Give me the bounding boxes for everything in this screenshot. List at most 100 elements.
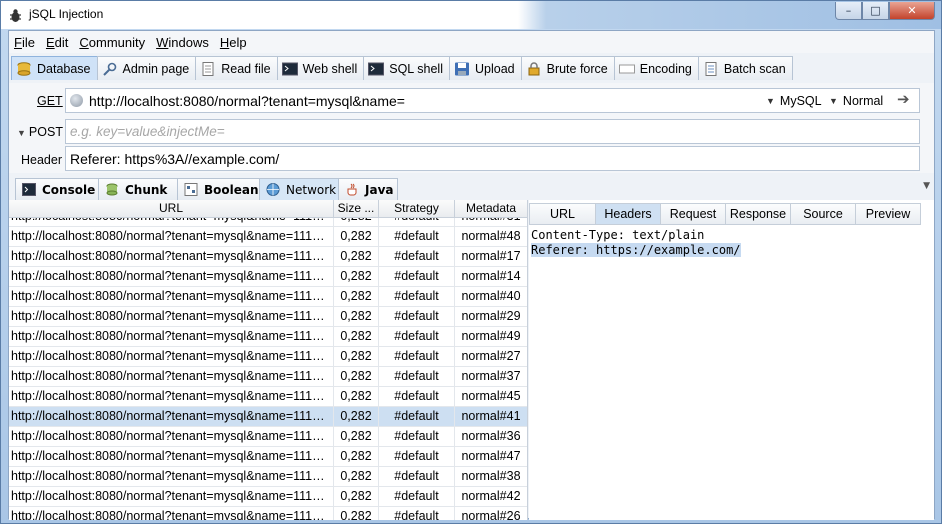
table-row[interactable]: http://localhost:8080/normal?tenant=mysq… [9,347,527,367]
cell-strategy: #default [379,227,455,246]
tab-boolean[interactable]: Boolean [177,178,260,200]
table-row[interactable]: http://localhost:8080/normal?tenant=mysq… [9,427,527,447]
column-url[interactable]: URL [9,200,334,217]
detail-tab-headers[interactable]: Headers [595,203,661,225]
tab-network[interactable]: Network [259,178,339,200]
cell-size: 0,282 [334,327,379,346]
table-row[interactable]: http://localhost:8080/normal?tenant=mysq… [9,507,527,520]
table-row[interactable]: http://localhost:8080/normal?tenant=mysq… [9,387,527,407]
post-data-input[interactable]: e.g. key=value&injectMe= [65,119,920,144]
table-row[interactable]: http://localhost:8080/normal?tenant=mysq… [9,487,527,507]
panel-tabs: Console Chunk Boolean Network Java [15,178,398,200]
column-metadata[interactable]: Metadata [455,200,527,217]
mode-select[interactable]: ▼ Normal [829,94,883,108]
cell-metadata: normal#26 [455,507,527,520]
tab-console[interactable]: Console [15,178,99,200]
cell-size: 0,282 [334,407,379,426]
cell-metadata: normal#14 [455,267,527,286]
maximize-button[interactable]: □ [862,2,889,20]
toolbar-tab-label: Admin page [122,61,190,76]
post-method-label[interactable]: ▼ POST [17,125,63,139]
menu-label: elp [229,34,247,50]
cell-strategy: #default [379,427,455,446]
menu-windows[interactable]: Windows [156,34,209,51]
header-input[interactable]: Referer: https%3A//example.com/ [65,146,920,171]
menu-community[interactable]: Community [79,34,145,51]
title-bar[interactable]: jSQL Injection – □ ✕ [1,1,941,29]
cell-strategy: #default [379,407,455,426]
cell-strategy: #default [379,447,455,466]
detail-tabs: URL Headers Request Response Source Preview [529,203,921,225]
table-header: URL Size ... Strategy Metadata [9,200,527,218]
table-row[interactable]: http://localhost:8080/normal?tenant=mysq… [9,447,527,467]
menu-label: indows [168,34,209,50]
brute-force-icon [526,61,542,76]
menu-file[interactable]: File [14,34,35,51]
tab-java[interactable]: Java [338,178,398,200]
toolbar-tab-encoding[interactable]: Encoding [613,56,699,80]
table-row[interactable]: http://localhost:8080/normal?tenant=mysq… [9,227,527,247]
detail-tab-source[interactable]: Source [790,203,856,225]
table-row[interactable]: http://localhost:8080/normal?tenant=mysq… [9,407,527,427]
client-area: File Edit Community Windows Help Database Adm… [8,30,935,520]
cell-size: 0,282 [334,387,379,406]
header-label: Header [21,153,62,167]
cell-metadata: normal#42 [455,487,527,506]
toolbar-tab-sql-shell[interactable]: SQL shell [363,56,450,80]
cell-metadata: normal#48 [455,227,527,246]
cell-metadata: normal#40 [455,287,527,306]
toolbar-tab-brute-force[interactable]: Brute force [520,56,615,80]
detail-panel: URL Headers Request Response Source Preview C… [529,200,934,520]
detail-tab-url[interactable]: URL [529,203,596,225]
menu-mnemonic: F [14,34,22,50]
toolbar-tab-web-shell[interactable]: Web shell [276,56,365,80]
table-row[interactable]: http://localhost:8080/normal?tenant=mysq… [9,287,527,307]
toolbar-tab-admin-page[interactable]: Admin page [96,56,197,80]
tab-label: Boolean [204,182,259,197]
column-strategy[interactable]: Strategy [379,200,455,217]
toolbar-tab-database[interactable]: Database [11,56,98,80]
table-row[interactable]: http://localhost:8080/normal?tenant=mysq… [9,367,527,387]
toolbar-tab-batch-scan[interactable]: Batch scan [697,56,793,80]
tab-chunk[interactable]: Chunk [98,178,178,200]
cell-size: 0,282 [334,227,379,246]
table-row[interactable]: http://localhost:8080/normal?tenant=mysq… [9,307,527,327]
main-toolbar: Database Admin page Read file Web shell SQL … [11,56,793,80]
cell-url: http://localhost:8080/normal?tenant=mysq… [9,247,334,266]
menu-bar: File Edit Community Windows Help [9,31,934,53]
get-method-label[interactable]: GET [37,94,63,108]
database-select[interactable]: ▼ MySQL [766,94,822,108]
table-row[interactable]: http://localhost:8080/normal?tenant=mysq… [9,247,527,267]
chevron-down-icon[interactable]: ▼ [923,181,930,191]
toolbar-tab-label: SQL shell [389,61,443,76]
cell-size: 0,282 [334,287,379,306]
batch-scan-icon [703,61,719,76]
column-size[interactable]: Size ... [334,200,379,217]
table-row[interactable]: http://localhost:8080/normal?tenant=mysq… [9,267,527,287]
window-controls: – □ ✕ [835,2,935,20]
cell-size: 0,282 [334,247,379,266]
table-row[interactable]: http://localhost:8080/normal?tenant=mysq… [9,327,527,347]
menu-help[interactable]: Help [220,34,247,51]
bug-icon [10,9,21,22]
header-line: Referer: https://example.com/ [531,243,931,258]
toolbar-tab-upload[interactable]: Upload [448,56,522,80]
cell-url: http://localhost:8080/normal?tenant=mysq… [9,487,334,506]
cell-url: http://localhost:8080/normal?tenant=mysq… [9,227,334,246]
close-button[interactable]: ✕ [889,2,935,20]
java-icon [345,183,359,196]
detail-tab-response[interactable]: Response [725,203,791,225]
detail-tab-preview[interactable]: Preview [855,203,921,225]
headers-content[interactable]: Content-Type: text/plain Referer: https:/… [531,228,931,258]
cell-metadata: normal#47 [455,447,527,466]
toolbar-tab-read-file[interactable]: Read file [195,56,278,80]
detail-tab-request[interactable]: Request [660,203,726,225]
menu-edit[interactable]: Edit [46,34,68,51]
encoding-icon [618,62,635,76]
admin-page-icon [102,62,118,76]
run-arrow-icon[interactable]: ➔ [897,90,910,108]
table-body: http://localhost:8080/normal?tenant=mysq… [9,207,527,520]
minimize-button[interactable]: – [835,2,862,20]
cell-strategy: #default [379,347,455,366]
table-row[interactable]: http://localhost:8080/normal?tenant=mysq… [9,467,527,487]
